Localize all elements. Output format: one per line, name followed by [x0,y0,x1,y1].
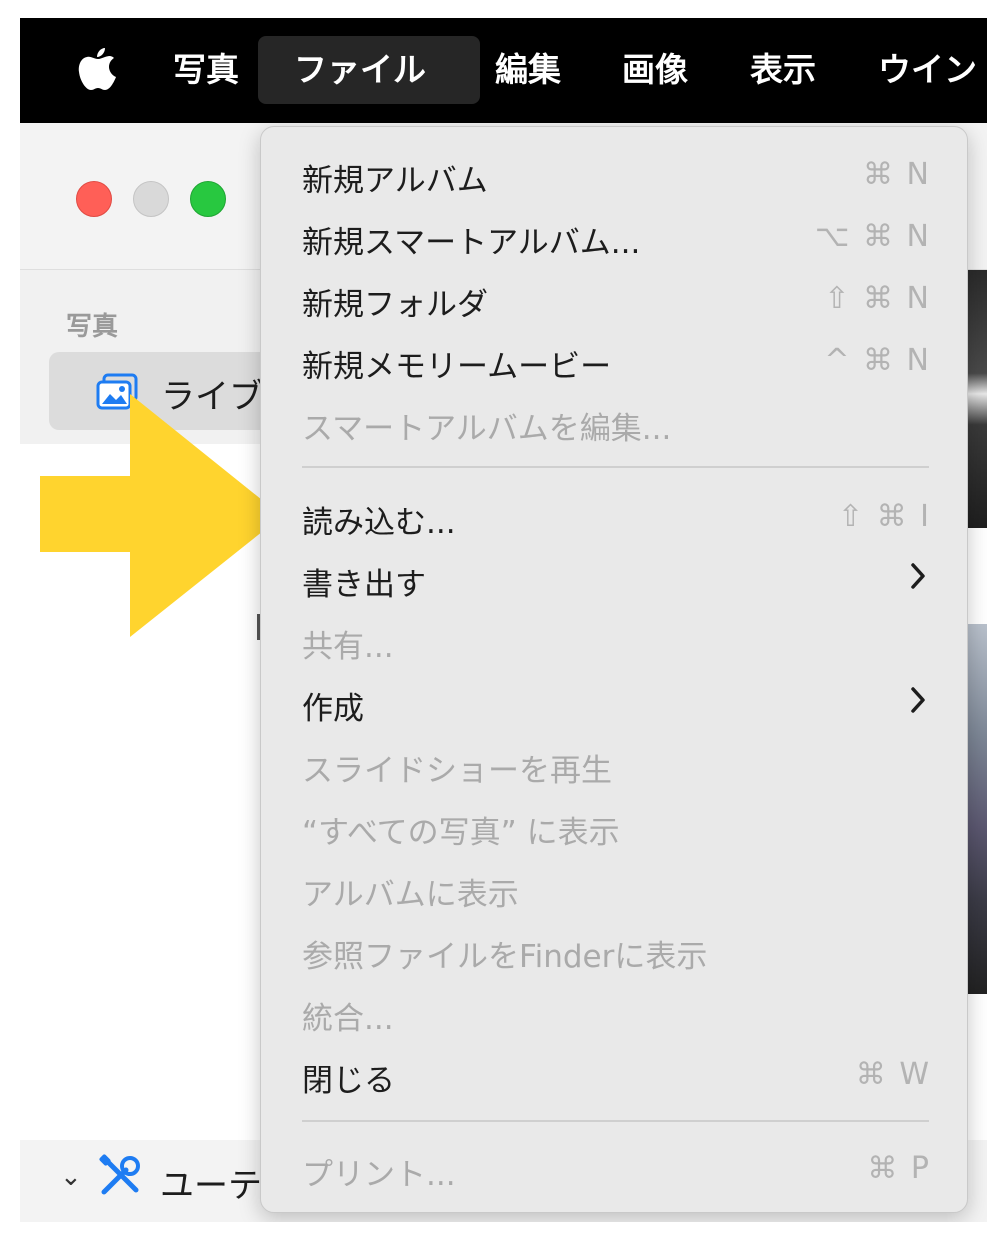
menu-item-new-memory-movie[interactable]: 新規メモリームービー ^ ⌘ N [302,333,931,389]
menubar-image[interactable]: 画像 [622,48,688,92]
menu-item-label: 新規メモリームービー [302,349,612,385]
menu-item-label: 共有... [302,629,394,665]
menu-item-import[interactable]: 読み込む... ⇧ ⌘ I [302,489,931,545]
menu-item-label: スマートアルバムを編集... [302,411,672,447]
menu-bar: 写真 ファイル 編集 画像 表示 ウイン [20,18,987,123]
menu-item-shortcut: ⌘ P [867,1151,931,1186]
menu-separator [302,466,929,468]
menu-item-shortcut: ⌥ ⌘ N [814,219,931,254]
menu-item-label: 読み込む... [302,505,456,541]
menu-item-shortcut: ^ ⌘ N [824,343,931,378]
menu-separator [302,1120,929,1122]
menu-item-label: スライドショーを再生 [302,753,612,789]
chevron-right-icon [911,687,925,713]
menu-item-new-folder[interactable]: 新規フォルダ ⇧ ⌘ N [302,271,931,327]
menu-item-shortcut: ⇧ ⌘ I [837,499,931,534]
menu-item-shortcut: ⇧ ⌘ N [824,281,931,316]
photo-thumbnail[interactable] [968,270,987,528]
menu-item-label: 統合... [302,1001,394,1037]
menu-item-consolidate: 統合... [302,985,931,1041]
menu-item-label: “すべての写真” に表示 [302,815,620,851]
chevron-right-icon [911,563,925,589]
menubar-file[interactable]: ファイル [258,36,480,104]
menu-item-new-smart-album[interactable]: 新規スマートアルバム... ⌥ ⌘ N [302,209,931,265]
minimize-window-button[interactable] [133,181,169,217]
menu-item-label: アルバムに表示 [302,877,519,913]
menu-item-play-slideshow: スライドショーを再生 [302,737,931,793]
menu-item-edit-smart-album: スマートアルバムを編集... [302,395,931,451]
menu-item-label: 新規フォルダ [302,287,488,323]
close-window-button[interactable] [76,181,112,217]
utilities-tools-icon [99,1154,140,1195]
file-menu-dropdown: 新規アルバム ⌘ N 新規スマートアルバム... ⌥ ⌘ N 新規フォルダ ⇧ … [260,126,968,1213]
sidebar-heading-photos: 写真 [66,312,119,342]
menu-item-label: 参照ファイルをFinderに表示 [302,939,708,975]
menubar-view[interactable]: 表示 [750,48,816,92]
menu-item-show-in-all-photos: “すべての写真” に表示 [302,799,931,855]
sidebar-utilities-label: ユーテ [160,1166,262,1206]
menu-item-shortcut: ⌘ N [863,157,931,192]
menu-item-shortcut: ⌘ W [855,1057,931,1092]
zoom-window-button[interactable] [190,181,226,217]
menu-item-show-referenced-file-in-finder: 参照ファイルをFinderに表示 [302,923,931,979]
screenshot-frame: 写真 ファイル 編集 画像 表示 ウイン 写真 ライブ ⌄ ユーテ 新規アルバム… [20,18,987,1222]
photo-thumbnail[interactable] [968,624,987,994]
menu-item-label: 閉じる [302,1063,395,1099]
menu-item-label: 新規スマートアルバム... [302,225,641,261]
menu-item-show-in-album: アルバムに表示 [302,861,931,917]
menu-item-close[interactable]: 閉じる ⌘ W [302,1047,931,1103]
menu-item-label: プリント... [302,1157,456,1193]
menubar-window[interactable]: ウイン [878,48,977,92]
menu-item-share: 共有... [302,613,931,669]
chevron-down-icon[interactable]: ⌄ [60,1162,82,1192]
menu-item-label: 新規アルバム [302,163,488,199]
menubar-photos[interactable]: 写真 [173,48,239,92]
apple-logo-icon[interactable] [78,44,118,92]
menu-item-create[interactable]: 作成 [302,675,931,731]
menubar-edit[interactable]: 編集 [495,48,561,92]
menu-item-new-album[interactable]: 新規アルバム ⌘ N [302,147,931,203]
menu-item-label: 書き出す [302,567,426,603]
menu-item-export[interactable]: 書き出す [302,551,931,607]
menu-item-print: プリント... ⌘ P [302,1141,931,1197]
menu-item-label: 作成 [302,691,364,727]
